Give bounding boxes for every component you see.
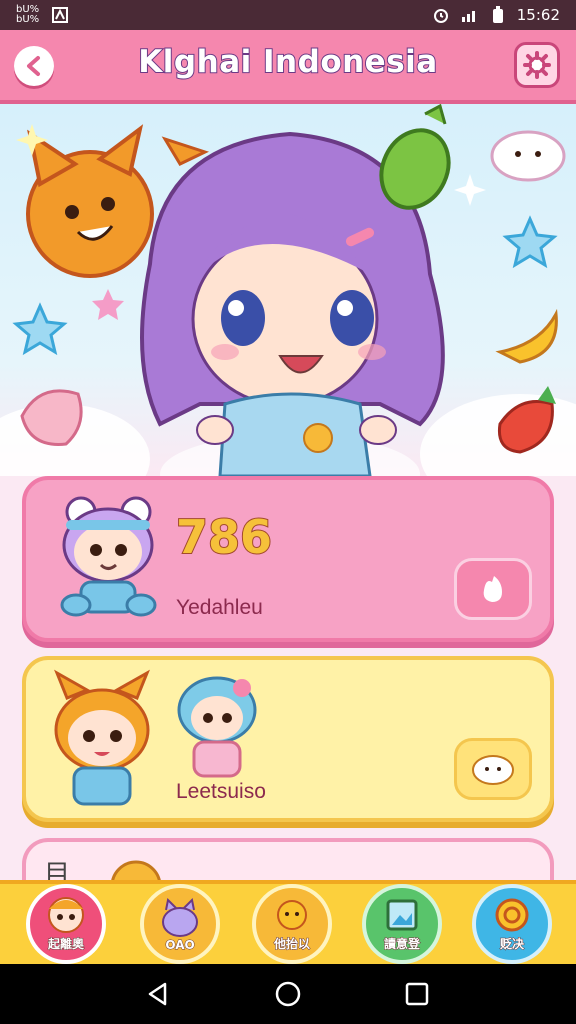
battery-icon [492, 6, 503, 23]
friends-card[interactable]: Leetsuiso [22, 656, 554, 822]
card-label: Yedahleu [176, 596, 263, 619]
nav-item-cat[interactable]: OAO [140, 884, 220, 964]
nav-label: OAO [165, 938, 195, 953]
score-value: 786 [175, 509, 273, 565]
carrier-text: bU% bU% [16, 4, 40, 25]
nav-label: 贬决 [499, 937, 524, 952]
shell-icon [20, 389, 83, 446]
cloud-face-icon [472, 755, 514, 785]
nav-item-coin[interactable]: 贬决 [472, 884, 552, 964]
cat-icon [162, 898, 198, 937]
card-label: Leetsuiso [176, 780, 266, 803]
like-button[interactable] [454, 558, 532, 620]
character-face-icon [48, 897, 84, 933]
alarm-icon [433, 9, 448, 23]
recents-square-icon[interactable] [404, 981, 430, 1007]
signal-icon [461, 11, 475, 22]
notification-icon [52, 7, 69, 23]
strawberry-icon [497, 386, 556, 454]
back-triangle-icon[interactable] [145, 981, 171, 1007]
clock-text: 15:62 [516, 6, 560, 24]
cloud-face-icon [490, 130, 566, 182]
page-title: Klghai Indonesia [137, 43, 438, 81]
fox-creature-icon [26, 124, 154, 278]
picture-frame-icon [386, 899, 418, 931]
nav-label: 他抬以 [273, 937, 310, 952]
app-header: Klghai Indonesia [0, 30, 576, 104]
home-circle-icon[interactable] [274, 980, 302, 1008]
back-button[interactable] [14, 46, 54, 86]
settings-button[interactable] [514, 42, 560, 88]
back-arrow-icon [27, 56, 40, 76]
nav-item-gallery[interactable]: 讀意登 [362, 884, 442, 964]
hero-illustration [0, 104, 576, 476]
star-icon [12, 302, 68, 356]
status-bar: bU% bU% 15:62 [0, 0, 576, 30]
nav-item-sun[interactable]: 他抬以 [252, 884, 332, 964]
nav-label: 起離奧 [47, 937, 84, 952]
hero-art [12, 104, 566, 476]
star-icon [92, 289, 124, 320]
hand-icon [483, 576, 502, 602]
banana-icon [495, 308, 558, 364]
coin-icon [495, 898, 529, 932]
nav-item-home[interactable]: 起離奧 [26, 884, 106, 964]
bottom-nav: 起離奧 OAO 他抬以 讀意登 贬决 [0, 880, 576, 964]
sun-icon [277, 900, 307, 930]
friend-action-button[interactable] [454, 738, 532, 800]
star-icon [502, 215, 558, 269]
nav-label: 讀意登 [383, 937, 420, 952]
blue-hair-avatar [177, 676, 257, 778]
fox-boy-avatar [54, 669, 150, 806]
avatar [60, 496, 157, 617]
system-nav-bar [0, 964, 576, 1024]
gear-icon [523, 51, 551, 79]
sparkle-icon [454, 174, 486, 206]
score-card[interactable]: 786 Yedahleu [22, 476, 554, 642]
